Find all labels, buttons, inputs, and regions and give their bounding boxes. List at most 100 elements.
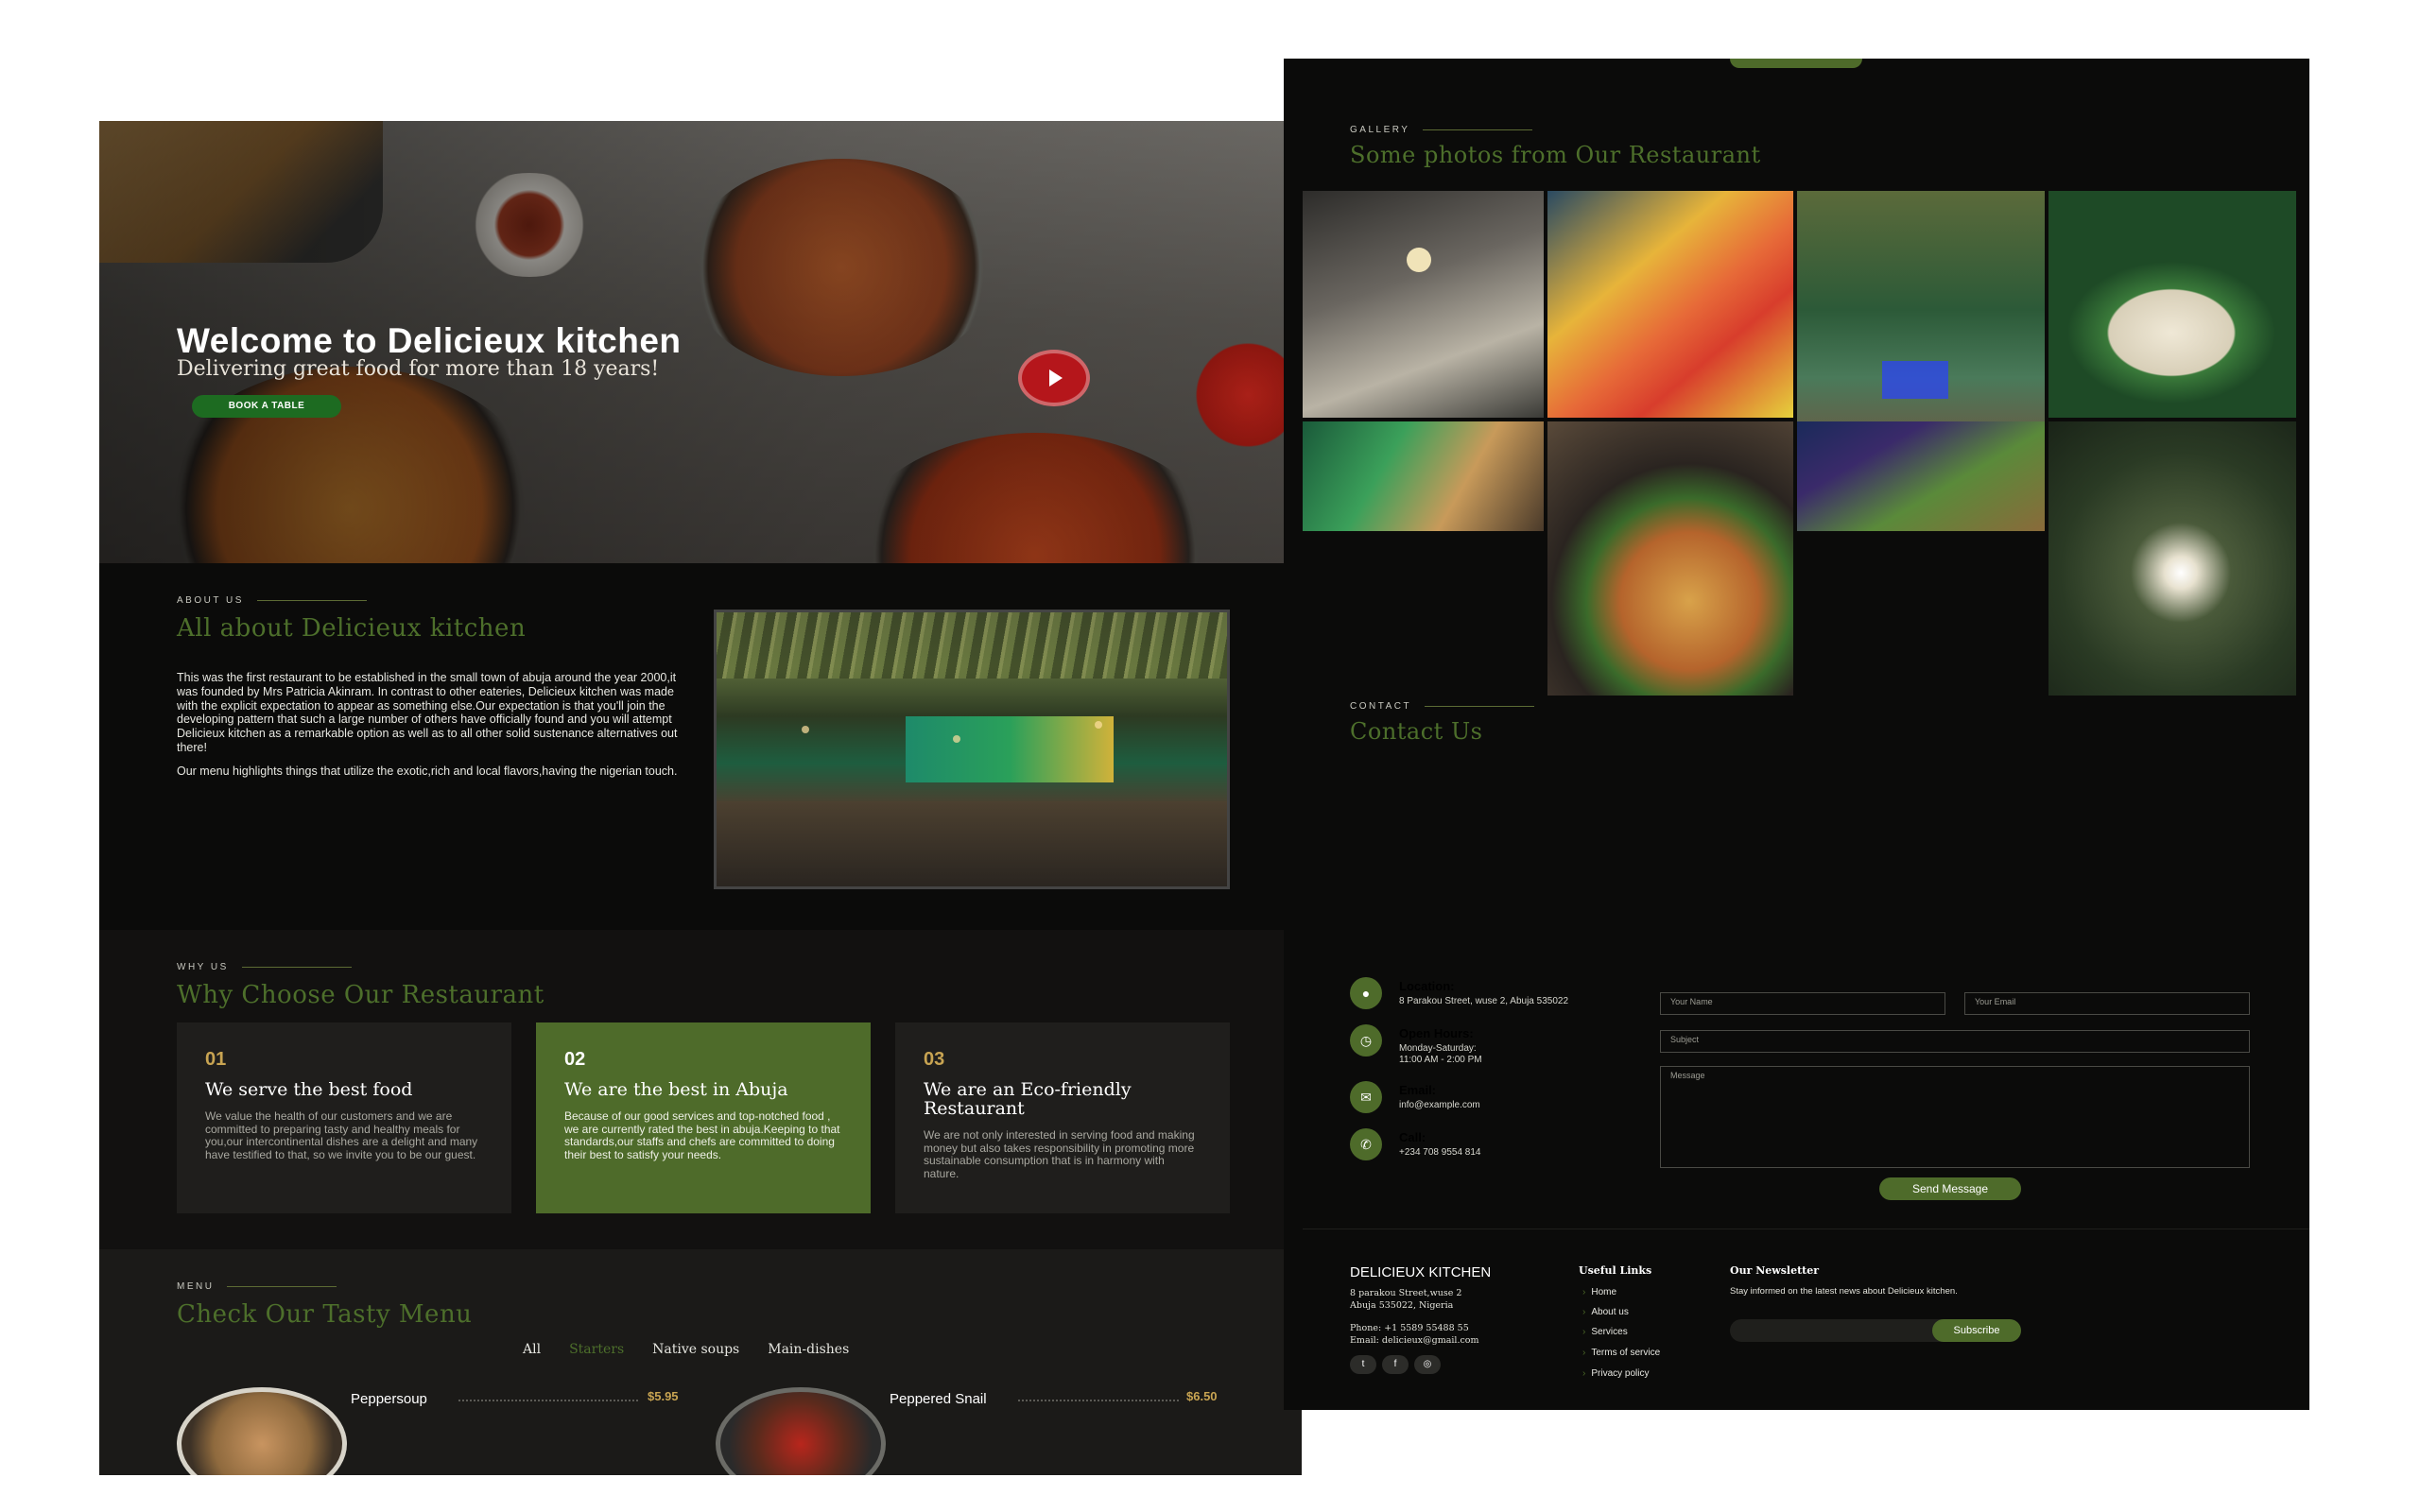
footer-link-home[interactable]: Home <box>1582 1287 1616 1297</box>
menu-section: MENU Check Our Tasty Menu All Starters N… <box>99 1249 1302 1475</box>
gallery-photo-lamp[interactable] <box>2048 421 2296 696</box>
newsletter-title: Our Newsletter <box>1730 1264 1820 1277</box>
twitter-icon[interactable]: t <box>1350 1355 1376 1374</box>
hours-line-1: Monday-Saturday: <box>1399 1043 1477 1054</box>
subject-input[interactable]: Subject <box>1660 1030 2250 1053</box>
facebook-icon[interactable]: f <box>1382 1355 1409 1374</box>
footer-email: Email: delicieux@gmail.com <box>1350 1335 1479 1346</box>
hero-subtitle: Delivering great food for more than 18 y… <box>177 357 660 381</box>
filter-main-dishes[interactable]: Main-dishes <box>768 1342 849 1357</box>
about-paragraph-1: This was the first restaurant to be esta… <box>177 671 678 754</box>
call-label: Call: <box>1399 1130 1426 1144</box>
footer-link-services[interactable]: Services <box>1582 1327 1627 1337</box>
hero-title: Welcome to Delicieux kitchen <box>177 321 682 360</box>
instagram-icon[interactable]: ◎ <box>1414 1355 1441 1374</box>
why-card: 01 We serve the best food We value the h… <box>177 1022 511 1213</box>
gallery-photo-dining[interactable] <box>1303 421 1544 531</box>
location-text: 8 Parakou Street, wuse 2, Abuja 535022 <box>1399 996 1569 1006</box>
footer-brand: DELICIEUX KITCHEN <box>1350 1264 1492 1280</box>
menu-item-image <box>716 1387 886 1475</box>
email-input[interactable]: Your Email <box>1964 992 2250 1015</box>
restaurant-interior-image <box>714 610 1230 889</box>
clock-icon: ◷ <box>1350 1024 1382 1057</box>
why-card-active: 02 We are the best in Abuja Because of o… <box>536 1022 871 1213</box>
message-textarea[interactable]: Message <box>1660 1066 2250 1168</box>
why-eyebrow: WHY US <box>177 962 352 972</box>
photo-light <box>1407 248 1431 272</box>
ceiling-light <box>953 735 960 743</box>
about-eyebrow: ABOUT US <box>177 595 367 606</box>
gallery-photo-cocktail[interactable] <box>1303 191 1544 418</box>
name-input[interactable]: Your Name <box>1660 992 1945 1015</box>
footer-link-privacy[interactable]: Privacy policy <box>1582 1368 1649 1379</box>
filter-all[interactable]: All <box>523 1342 541 1357</box>
email-label: Email: <box>1399 1083 1437 1097</box>
why-us-section: WHY US Why Choose Our Restaurant 01 We s… <box>99 930 1302 1249</box>
homepage-left-panel: Welcome to Delicieux kitchen Delivering … <box>99 121 1302 1475</box>
menu-item-price: $5.95 <box>648 1389 679 1403</box>
why-card-title: We are the best in Abuja <box>564 1079 788 1100</box>
about-paragraph-2: Our menu highlights things that utilize … <box>177 764 678 778</box>
book-table-button[interactable]: BOOK A TABLE <box>192 395 341 418</box>
footer-address-2: Abuja 535022, Nigeria <box>1350 1300 1454 1311</box>
contact-eyebrow: CONTACT <box>1350 701 1534 712</box>
interior-wall <box>906 716 1114 782</box>
filter-starters[interactable]: Starters <box>569 1342 624 1357</box>
footer-link-terms[interactable]: Terms of service <box>1582 1348 1660 1358</box>
play-video-button[interactable] <box>1018 350 1090 406</box>
why-card: 03 We are an Eco-friendly Restaurant We … <box>895 1022 1230 1213</box>
about-text: This was the first restaurant to be esta… <box>177 671 685 788</box>
footer-address-1: 8 parakou Street,wuse 2 <box>1350 1288 1462 1298</box>
gallery-title: Some photos from Our Restaurant <box>1350 142 1761 168</box>
about-title: All about Delicieux kitchen <box>177 614 527 643</box>
hours-line-2: 11:00 AM - 2:00 PM <box>1399 1055 1482 1065</box>
gallery-photo-plated-dish[interactable] <box>2048 191 2296 418</box>
menu-item-name: Peppersoup <box>351 1391 427 1407</box>
send-message-button[interactable]: Send Message <box>1879 1177 2021 1200</box>
phone-icon: ✆ <box>1350 1128 1382 1160</box>
interior-foliage <box>717 612 1227 679</box>
gallery-photo-drinks[interactable] <box>1547 191 1793 418</box>
why-title: Why Choose Our Restaurant <box>177 981 544 1009</box>
filter-native-soups[interactable]: Native soups <box>652 1342 739 1357</box>
contact-title: Contact Us <box>1350 718 1483 745</box>
footer-link-about[interactable]: About us <box>1582 1307 1628 1317</box>
call-text[interactable]: +234 708 9554 814 <box>1399 1147 1480 1159</box>
why-card-number: 01 <box>205 1049 227 1070</box>
why-card-description: We value the health of our customers and… <box>205 1109 478 1161</box>
hours-label: Open Hours: <box>1399 1026 1474 1040</box>
newsletter-text: Stay informed on the latest news about D… <box>1730 1286 1958 1297</box>
menu-item-price: $6.50 <box>1186 1389 1218 1403</box>
subscribe-button[interactable]: Subscribe <box>1932 1319 2021 1342</box>
why-card-number: 02 <box>564 1049 586 1070</box>
useful-links-title: Useful Links <box>1579 1264 1652 1277</box>
play-icon <box>1049 369 1063 387</box>
menu-filter-bar: All Starters Native soups Main-dishes <box>523 1342 849 1357</box>
email-text[interactable]: info@example.com <box>1399 1100 1480 1111</box>
menu-item-dots <box>1018 1400 1179 1401</box>
why-card-description: We are not only interested in serving fo… <box>924 1128 1195 1180</box>
gallery-photo-guests[interactable] <box>1797 421 2045 531</box>
why-card-title: We serve the best food <box>205 1079 413 1100</box>
ceiling-light <box>802 726 809 733</box>
ceiling-light <box>1095 721 1102 729</box>
photo-gallery <box>1303 191 2305 701</box>
footer-divider <box>1303 1228 2309 1229</box>
menu-item-dots <box>458 1400 638 1401</box>
envelope-icon: ✉ <box>1350 1081 1382 1113</box>
menu-eyebrow: MENU <box>177 1281 337 1292</box>
why-card-description: Because of our good services and top-not… <box>564 1109 840 1161</box>
location-label: Location: <box>1399 979 1455 993</box>
homepage-right-panel: GALLERY Some photos from Our Restaurant … <box>1284 59 2309 1410</box>
why-card-number: 03 <box>924 1049 945 1070</box>
useful-links-list: Home About us Services Terms of service … <box>1582 1287 1715 1382</box>
about-section: ABOUT US All about Delicieux kitchen Thi… <box>99 563 1302 930</box>
location-pin-icon: ● <box>1350 977 1382 1009</box>
gallery-eyebrow: GALLERY <box>1350 125 1532 135</box>
interior-floor <box>717 801 1227 886</box>
menu-item-name: Peppered Snail <box>890 1391 987 1407</box>
hero-section: Welcome to Delicieux kitchen Delivering … <box>99 121 1302 563</box>
scroll-indicator <box>1730 59 1862 68</box>
gallery-photo-pizza[interactable] <box>1547 421 1793 696</box>
footer-phone: Phone: +1 5589 55488 55 <box>1350 1323 1469 1333</box>
